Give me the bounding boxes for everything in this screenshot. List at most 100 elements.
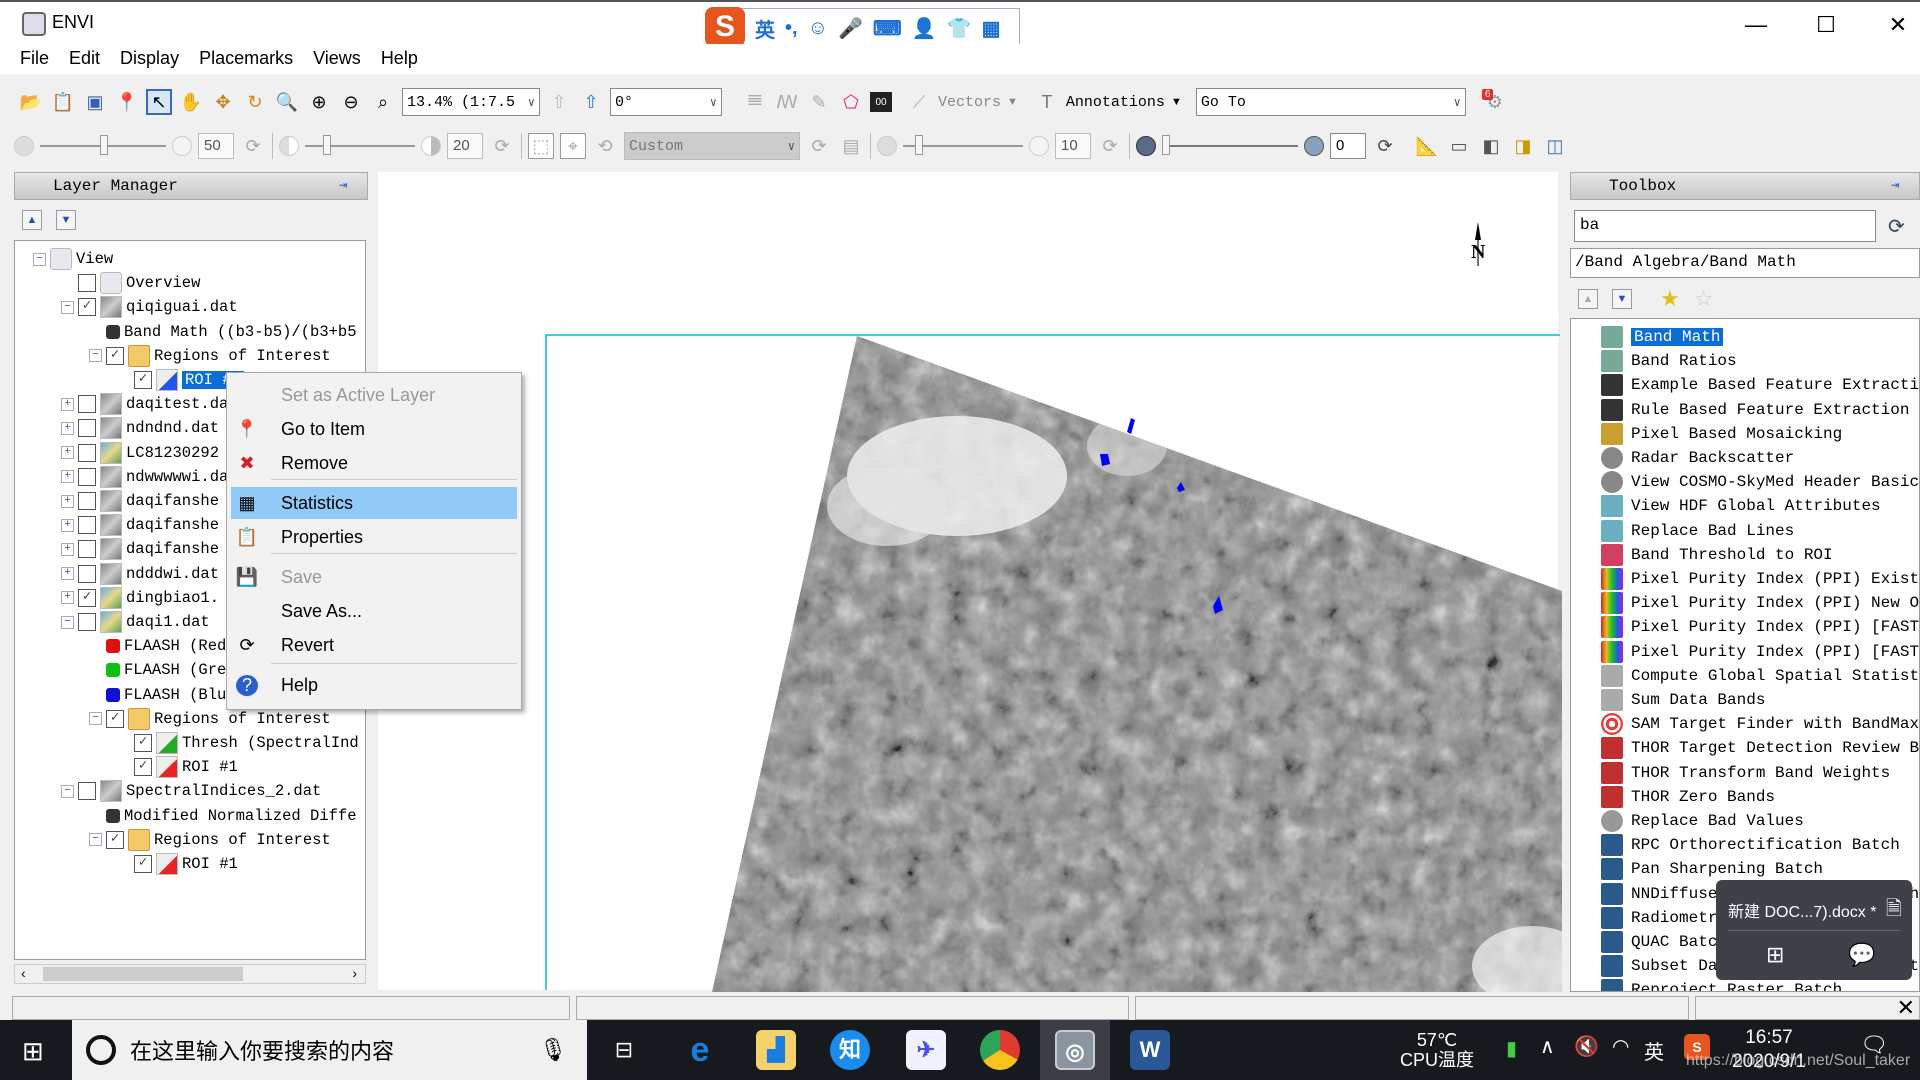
windows-start-icon[interactable]: ⊞ <box>22 1036 44 1067</box>
toolbox-item[interactable]: Band Math <box>1601 325 1724 349</box>
ime-emoji-icon[interactable]: ☺ <box>808 17 828 40</box>
remove-favorite-star-icon[interactable]: ☆ <box>1694 286 1714 312</box>
placemark-icon[interactable]: 📍 <box>114 89 140 115</box>
layer-tree-node[interactable]: − SpectralIndices_2.dat <box>61 779 321 803</box>
layer-visibility-checkbox[interactable] <box>78 395 96 414</box>
collapse-icon[interactable]: − <box>33 252 46 266</box>
zoom-tool-icon[interactable]: 🔍 <box>274 89 300 115</box>
toolbox-item[interactable]: Rule Based Feature Extraction Wo <box>1601 398 1919 422</box>
context-menu-item-set-as-active-layer[interactable]: Set as Active Layer <box>231 379 517 411</box>
cortana-icon[interactable] <box>86 1035 116 1065</box>
layer-tree-node[interactable]: + LC81230292 <box>61 441 219 465</box>
close-status-icon[interactable]: ✕ <box>1897 995 1915 1021</box>
view-swipe-icon[interactable]: ◫ <box>1542 133 1568 159</box>
toolbox-item[interactable]: Compute Global Spatial Statisti <box>1601 664 1919 688</box>
roi-polygon[interactable] <box>1127 418 1135 434</box>
layer-tree-node[interactable]: FLAASH (Blue <box>89 683 236 707</box>
toolbox-item[interactable]: Replace Bad Lines <box>1601 519 1794 543</box>
center-extent-icon[interactable]: ⌖ <box>560 133 586 159</box>
layer-tree-node[interactable]: + ndwwwwwi.dat <box>61 465 238 489</box>
rotation-combo[interactable]: 0° ∨ <box>610 88 722 116</box>
layer-tree-node[interactable]: Overview <box>61 271 200 295</box>
sharpen-slider-handle[interactable] <box>915 135 923 155</box>
layer-visibility-checkbox[interactable] <box>78 419 96 438</box>
toolbox-item[interactable]: RPC Orthorectification Batch <box>1601 833 1900 857</box>
context-menu-item-help[interactable]: ? Help <box>231 669 517 701</box>
expand-icon[interactable]: + <box>61 397 74 411</box>
view-flicker-icon[interactable]: ◨ <box>1510 133 1536 159</box>
toolbox-item[interactable]: Radar Backscatter <box>1601 446 1794 470</box>
context-menu-item-save-as[interactable]: Save As... <box>231 595 517 627</box>
expand-all-button[interactable]: ▼ <box>1612 289 1632 309</box>
toolbox-item[interactable]: Band Ratios <box>1601 349 1737 373</box>
action-center-icon[interactable]: 🗨 <box>1860 1032 1888 1058</box>
annotation-text-icon[interactable]: T <box>1034 89 1060 115</box>
menu-views[interactable]: Views <box>313 44 371 74</box>
menu-help[interactable]: Help <box>381 44 428 74</box>
collapse-icon[interactable]: − <box>89 712 102 726</box>
menu-edit[interactable]: Edit <box>69 44 110 74</box>
open-file-icon[interactable]: 📂 <box>18 89 44 115</box>
contrast-slider[interactable] <box>305 135 415 155</box>
collapse-icon[interactable]: − <box>89 833 102 847</box>
collapse-icon[interactable]: − <box>89 349 102 363</box>
layer-visibility-checkbox[interactable]: ✓ <box>106 346 124 365</box>
zoom-full-extent-icon[interactable]: ⌕ <box>370 89 396 115</box>
expand-icon[interactable]: + <box>61 518 74 532</box>
layer-tree-node[interactable]: + daqifanshe <box>61 513 219 537</box>
ime-lang-toggle[interactable]: 英 <box>755 14 775 43</box>
layer-tree-node[interactable]: − View <box>33 247 113 271</box>
ime-language-indicator[interactable]: 英 <box>1644 1036 1664 1065</box>
chrome-icon[interactable] <box>980 1030 1020 1070</box>
layer-visibility-checkbox[interactable]: ✓ <box>78 588 96 607</box>
brightness-slider-handle[interactable] <box>100 135 108 155</box>
toolbox-item[interactable]: THOR Zero Bands <box>1601 785 1775 809</box>
layer-tree-node[interactable]: FLAASH (Green <box>89 658 245 682</box>
taskbar-search[interactable]: 在这里输入你要搜索的内容 🎙 <box>72 1020 587 1080</box>
layer-tree-node[interactable]: − ✓ Regions of Interest <box>89 707 331 731</box>
ime-voice-icon[interactable]: 🎤 <box>838 16 863 41</box>
layer-tree-node[interactable]: + daqifanshe <box>61 489 219 513</box>
new-doc-icon[interactable]: ⊞ <box>1766 942 1784 968</box>
fit-extent-icon[interactable]: ⬚ <box>528 133 554 159</box>
rotate-to-icon[interactable]: ⇧ <box>578 89 604 115</box>
ime-skin-icon[interactable]: 👕 <box>947 16 972 41</box>
cloud-doc-icon[interactable]: 🗎 <box>1886 894 1902 928</box>
brightness-slider[interactable] <box>40 135 166 155</box>
chip-view-icon[interactable]: ▣ <box>82 89 108 115</box>
zoom-out-icon[interactable]: ⊖ <box>338 89 364 115</box>
fly-tool-icon[interactable]: ✥ <box>210 89 236 115</box>
select-tool-icon[interactable]: ↖ <box>146 89 172 115</box>
layer-visibility-checkbox[interactable] <box>78 467 96 486</box>
ime-punct-icon[interactable]: •, <box>785 17 798 40</box>
layer-tree-node[interactable]: − ✓ Regions of Interest <box>89 344 331 368</box>
expand-icon[interactable]: + <box>61 591 74 605</box>
context-menu-item-properties[interactable]: 📋 Properties <box>231 521 517 553</box>
expand-icon[interactable]: + <box>61 421 74 435</box>
layer-visibility-checkbox[interactable] <box>78 274 96 293</box>
toolbox-item[interactable]: THOR Target Detection Review Ba <box>1601 736 1919 760</box>
scroll-right-icon[interactable]: › <box>352 965 357 981</box>
file-explorer-icon[interactable]: ▟ <box>756 1030 796 1070</box>
layer-visibility-checkbox[interactable] <box>78 492 96 510</box>
context-menu-item-remove[interactable]: ✖ Remove <box>231 447 517 479</box>
layer-tree-node[interactable]: − ✓ qiqiguai.dat <box>61 295 238 319</box>
satellite-image[interactable] <box>547 336 1562 992</box>
layer-tree-node[interactable]: ✓ ROI #2 <box>117 368 244 392</box>
notifications-gear-icon[interactable]: ⚙ 6 <box>1481 89 1508 115</box>
layer-tree-node[interactable]: ✓ Thresh (SpectralInd <box>117 731 359 755</box>
layer-tree-node[interactable]: + ✓ dingbiao1. <box>61 586 219 610</box>
toolbox-item[interactable]: Pan Sharpening Batch <box>1601 857 1823 881</box>
context-menu-item-statistics[interactable]: ▦ Statistics <box>231 487 517 519</box>
vector-icon[interactable]: ⟋ <box>906 89 932 115</box>
annotations-dropdown[interactable]: Annotations <box>1066 94 1165 111</box>
word-icon[interactable]: W <box>1130 1030 1170 1070</box>
layer-tree-node[interactable]: + ndndnd.dat <box>61 416 219 440</box>
menu-file[interactable]: File <box>20 44 59 74</box>
dock-panel-icon[interactable]: ⇥ <box>339 177 359 195</box>
contrast-value-field[interactable]: 20 <box>447 133 483 159</box>
collapse-all-button[interactable]: ▲ <box>1578 289 1598 309</box>
collapse-icon[interactable]: − <box>61 784 74 798</box>
goto-combo[interactable]: Go To ∨ <box>1195 88 1466 116</box>
minimize-button[interactable]: — <box>1736 10 1776 40</box>
